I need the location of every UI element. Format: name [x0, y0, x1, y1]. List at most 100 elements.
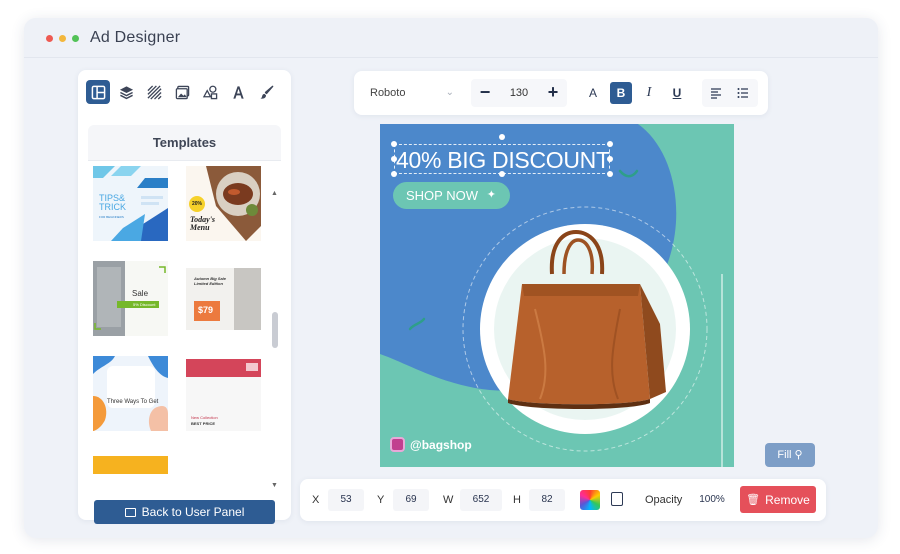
layout-tool-button[interactable]	[86, 80, 110, 104]
template-todays-menu-title: Today's Menu	[190, 215, 216, 232]
fill-label: Fill	[777, 449, 792, 461]
fill-button[interactable]: Fill ⚲	[765, 443, 815, 467]
brush-tool-button[interactable]	[254, 80, 278, 104]
tool-row	[86, 80, 278, 106]
template-new-collection-title: New Collection	[191, 415, 218, 420]
image-tool-button[interactable]	[170, 80, 194, 104]
template-new-collection[interactable]: New Collection BEST PRICE	[186, 359, 261, 431]
templates-scrollbar[interactable]: ▲ ▼	[271, 190, 279, 490]
chevron-down-icon: ⌄	[445, 87, 454, 98]
text-toolbar: Roboto ⌄ − 130 + A B I U	[354, 71, 768, 115]
font-family-select[interactable]: Roboto ⌄	[362, 79, 460, 107]
template-tips-trick-title: TIPS& TRICK	[99, 193, 126, 212]
template-todays-menu-badge: 20%	[189, 196, 205, 212]
pattern-icon	[146, 84, 162, 100]
minimize-window-button[interactable]	[59, 35, 66, 42]
resize-handle-top[interactable]	[499, 134, 505, 140]
h-input[interactable]: 82	[529, 489, 565, 511]
template-autumn-sale-price: $79	[198, 305, 214, 315]
pattern-tool-button[interactable]	[142, 80, 166, 104]
left-panel: Templates TIPS& TRICK FOR BEGINNERS 20% …	[78, 70, 291, 524]
shapes-icon	[202, 85, 217, 99]
remove-label: Remove	[765, 492, 810, 507]
ad-canvas[interactable]: 40% BIG DISCOUNT SHOP NOW ✦ @bagshop	[380, 124, 734, 467]
title-bar: Ad Designer	[24, 18, 878, 58]
y-input[interactable]: 69	[393, 489, 429, 511]
w-input[interactable]: 652	[460, 489, 502, 511]
search-icon: ⚲	[794, 449, 803, 461]
ad-background-art	[380, 124, 734, 467]
back-to-user-panel-button[interactable]: Back to User Panel	[94, 500, 275, 524]
template-tips-trick-sub: FOR BEGINNERS	[99, 215, 124, 219]
monitor-icon	[124, 507, 136, 517]
x-field: X 53	[312, 486, 372, 514]
image-icon	[175, 85, 189, 99]
x-label: X	[312, 494, 320, 506]
template-autumn-sale-title: Autumn Big Sale Limited Edition	[194, 276, 227, 286]
instagram-handle-text: @bagshop	[410, 437, 472, 452]
template-three-ways[interactable]: Three Ways To Get	[93, 356, 168, 431]
layers-tool-button[interactable]	[114, 80, 138, 104]
brush-icon	[259, 85, 273, 99]
align-left-icon[interactable]	[710, 87, 722, 99]
font-size-increase-button[interactable]: +	[541, 79, 565, 107]
font-family-value: Roboto	[370, 87, 406, 99]
template-tips-trick[interactable]: TIPS& TRICK FOR BEGINNERS	[93, 166, 168, 241]
font-size-value[interactable]: 130	[497, 79, 541, 107]
opacity-label: Opacity	[645, 494, 683, 506]
instagram-icon	[390, 437, 405, 452]
back-to-user-panel-label: Back to User Panel	[141, 505, 245, 519]
h-field: H 82	[513, 486, 573, 514]
template-sale-title: Sale	[132, 289, 149, 298]
font-size-stepper: − 130 +	[471, 79, 567, 107]
properties-bar: X 53 Y 69 W 652 H 82 Opacity 100% 🗑 Remo…	[300, 479, 826, 521]
templates-header: Templates	[88, 125, 281, 161]
w-label: W	[443, 494, 454, 506]
template-sale-sub: 5% Discount	[133, 302, 156, 307]
text-case-button[interactable]: A	[582, 82, 604, 104]
x-input[interactable]: 53	[328, 489, 364, 511]
underline-button[interactable]: U	[666, 82, 688, 104]
text-style-icon[interactable]	[611, 492, 623, 506]
h-label: H	[513, 494, 521, 506]
template-three-ways-art	[93, 356, 168, 431]
font-size-decrease-button[interactable]: −	[473, 79, 497, 107]
opacity-field: Opacity 100%	[645, 486, 735, 514]
ad-headline[interactable]: 40% BIG DISCOUNT	[396, 147, 610, 174]
layout-icon	[91, 85, 105, 99]
template-sale-art	[93, 261, 166, 336]
remove-button[interactable]: 🗑 Remove	[740, 486, 816, 513]
text-icon	[232, 85, 244, 99]
y-field: Y 69	[377, 486, 437, 514]
text-tool-button[interactable]	[226, 80, 250, 104]
color-picker-button[interactable]	[580, 490, 600, 510]
scroll-up-icon[interactable]: ▲	[271, 190, 278, 197]
instagram-handle[interactable]: @bagshop	[390, 437, 472, 452]
template-three-ways-title: Three Ways To Get	[107, 399, 159, 405]
template-autumn-sale[interactable]: Autumn Big Sale Limited Edition $79	[186, 268, 261, 330]
templates-list[interactable]: TIPS& TRICK FOR BEGINNERS 20% Today's Me…	[88, 163, 281, 474]
bold-button[interactable]: B	[610, 82, 632, 104]
shapes-tool-button[interactable]	[198, 80, 222, 104]
italic-button[interactable]: I	[638, 82, 660, 104]
app-window: Ad Designer Templates TIPS& TRICK FOR BE…	[24, 18, 878, 538]
cursor-click-icon: ✦	[486, 189, 496, 201]
scroll-thumb[interactable]	[272, 312, 278, 348]
list-icon[interactable]	[737, 87, 749, 99]
shop-now-label: SHOP NOW	[406, 188, 478, 203]
template-orange[interactable]	[93, 456, 168, 474]
app-title: Ad Designer	[90, 29, 181, 46]
template-new-collection-sub: BEST PRICE	[191, 421, 216, 426]
y-label: Y	[377, 494, 385, 506]
opacity-input[interactable]: 100%	[693, 489, 731, 511]
scroll-down-icon[interactable]: ▼	[271, 482, 278, 489]
w-field: W 652	[443, 486, 505, 514]
close-window-button[interactable]	[46, 35, 53, 42]
template-sale[interactable]: Sale 5% Discount	[93, 261, 168, 336]
template-blank[interactable]	[186, 456, 261, 474]
maximize-window-button[interactable]	[72, 35, 79, 42]
alignment-group	[702, 79, 758, 107]
template-todays-menu[interactable]: 20% Today's Menu	[186, 166, 261, 241]
layers-icon	[119, 85, 133, 99]
shop-now-button[interactable]: SHOP NOW ✦	[393, 182, 510, 209]
